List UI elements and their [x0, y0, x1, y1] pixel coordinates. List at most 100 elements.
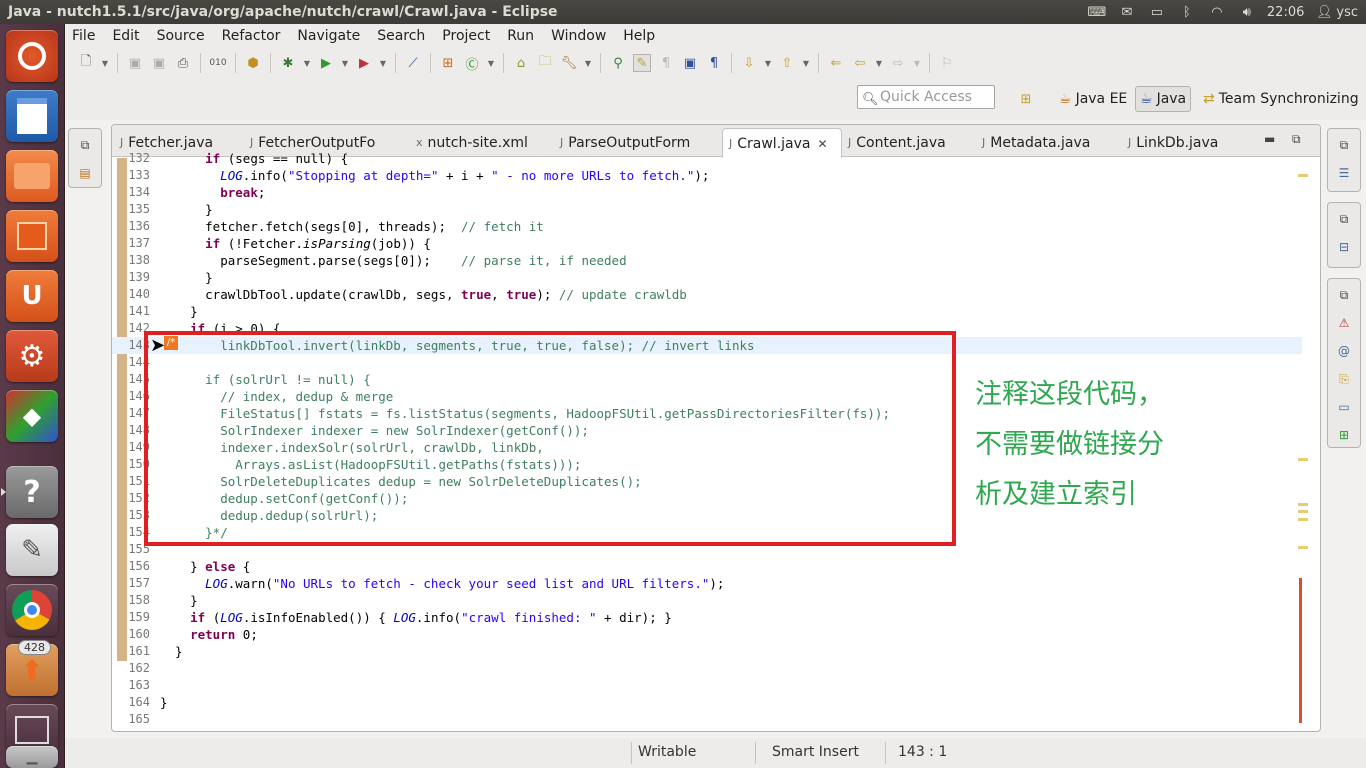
code-line[interactable]: 132 if (segs == null) { [112, 150, 1302, 167]
debug-icon[interactable]: ✱ [279, 54, 297, 72]
code-line[interactable]: 133 LOG.info("Stopping at depth=" + i + … [112, 167, 1302, 184]
ruler-mark[interactable] [1298, 174, 1308, 177]
problems-icon[interactable]: ⚠ [1336, 315, 1352, 331]
code-text[interactable]: } [160, 592, 198, 609]
code-line[interactable]: 141 } [112, 303, 1302, 320]
launcher-libreoffice-writer[interactable] [6, 90, 58, 142]
save-all-icon[interactable]: ▣ [150, 54, 168, 72]
code-line[interactable]: 156 } else { [112, 558, 1302, 575]
debug-dropdown-icon[interactable]: ▼ [303, 54, 311, 72]
back-icon[interactable]: ⇦ [851, 54, 869, 72]
launcher-files[interactable] [6, 150, 58, 202]
show-whitespace-icon[interactable]: ¶ [705, 54, 723, 72]
open-perspective-icon[interactable]: ⊞ [1017, 90, 1035, 108]
next-annotation-icon[interactable]: ⇩ [740, 54, 758, 72]
new-dropdown-icon[interactable]: ▼ [101, 54, 109, 72]
new-class-icon[interactable]: Ⓒ [463, 54, 481, 73]
menu-help[interactable]: Help [623, 28, 655, 44]
menu-navigate[interactable]: Navigate [297, 28, 360, 44]
code-text[interactable]: crawlDbTool.update(crawlDb, segs, true, … [160, 286, 687, 303]
ruler-mark[interactable] [1298, 518, 1308, 521]
code-line[interactable]: 140 crawlDbTool.update(crawlDb, segs, tr… [112, 286, 1302, 303]
code-text[interactable]: fetcher.fetch(segs[0], threads); // fetc… [160, 218, 544, 235]
code-line[interactable]: 158 } [112, 592, 1302, 609]
menu-source[interactable]: Source [157, 28, 205, 44]
new-java-project-icon[interactable]: ⊞ [439, 54, 457, 72]
code-line[interactable]: 138 parseSegment.parse(segs[0]); // pars… [112, 252, 1302, 269]
package-explorer-icon[interactable]: ▤ [77, 165, 93, 181]
launcher-software-center[interactable] [6, 210, 58, 262]
launcher-system-settings[interactable]: ⚙ [6, 330, 58, 382]
launcher-chrome[interactable] [6, 584, 58, 636]
bluetooth-icon[interactable]: ᛒ [1177, 4, 1197, 20]
code-line[interactable]: 139 } [112, 269, 1302, 286]
launcher-trash[interactable]: ▁ [6, 746, 58, 768]
ruler-mark[interactable] [1298, 510, 1308, 513]
clock[interactable]: 22:06 [1267, 5, 1304, 20]
menu-refactor[interactable]: Refactor [222, 28, 281, 44]
code-text[interactable]: return 0; [160, 626, 258, 643]
toggle-mark-occurrences-icon[interactable]: ⚲ [609, 54, 627, 72]
user-name[interactable]: ysc [1336, 5, 1358, 20]
prev-annotation-icon[interactable]: ⇧ [778, 54, 796, 72]
console-icon[interactable]: ▭ [1336, 399, 1352, 415]
mail-icon[interactable]: ✉ [1117, 4, 1137, 20]
code-line[interactable]: 162 [112, 660, 1302, 677]
skip-breakpoints-icon[interactable]: ⟋ [404, 54, 422, 72]
code-line[interactable]: 137 if (!Fetcher.isParsing(job)) { [112, 235, 1302, 252]
menu-file[interactable]: File [72, 28, 95, 44]
launcher-text-editor[interactable]: ✎ [6, 524, 58, 576]
ruler-change-mark[interactable] [1299, 578, 1302, 723]
open-folder-icon[interactable]: 🗀︎ [536, 54, 554, 72]
overview-ruler[interactable] [1296, 158, 1310, 728]
menu-window[interactable]: Window [551, 28, 606, 44]
code-line[interactable]: 157 LOG.warn("No URLs to fetch - check y… [112, 575, 1302, 592]
code-text[interactable]: } [160, 643, 183, 660]
user-icon[interactable]: 👤︎ [1314, 4, 1334, 20]
code-line[interactable]: 165 [112, 711, 1302, 728]
launcher-ubuntu-dash[interactable] [6, 30, 58, 82]
forward-dropdown-icon[interactable]: ▼ [913, 54, 921, 72]
search-tool-icon[interactable]: 🔧︎ [560, 54, 578, 72]
perspective-java[interactable]: ☕︎ Java [1135, 86, 1192, 112]
run-dropdown-icon[interactable]: ▼ [341, 54, 349, 72]
volume-icon[interactable]: 🔊︎ [1237, 4, 1257, 20]
code-line[interactable]: 160 return 0; [112, 626, 1302, 643]
keyboard-icon[interactable]: ⌨ [1087, 4, 1107, 20]
ruler-mark[interactable] [1298, 546, 1308, 549]
code-text[interactable]: } [160, 303, 198, 320]
code-line[interactable]: 161 } [112, 643, 1302, 660]
code-line[interactable]: 134 break; [112, 184, 1302, 201]
code-text[interactable]: } [160, 694, 168, 711]
new-class-dropdown-icon[interactable]: ▼ [487, 54, 495, 72]
code-text[interactable]: } [160, 201, 213, 218]
battery-icon[interactable]: ▭ [1147, 4, 1167, 20]
forward-icon[interactable]: ⇨ [889, 54, 907, 72]
code-line[interactable]: 136 fetcher.fetch(segs[0], threads); // … [112, 218, 1302, 235]
progress-icon[interactable]: ⊞ [1336, 427, 1352, 443]
last-edit-location-icon[interactable]: ⇐ [827, 54, 845, 72]
launcher-cube-app[interactable]: ◆ [6, 390, 58, 442]
back-dropdown-icon[interactable]: ▼ [875, 54, 883, 72]
minimize-icon[interactable]: ▬ [1264, 132, 1275, 146]
toggle-highlight-icon[interactable]: ✎ [633, 54, 651, 72]
code-line[interactable]: 159 if (LOG.isInfoEnabled()) { LOG.info(… [112, 609, 1302, 626]
code-text[interactable]: } [160, 269, 213, 286]
code-text[interactable]: if (!Fetcher.isParsing(job)) { [160, 235, 431, 252]
restore-icon[interactable]: ⧉ [1336, 211, 1352, 227]
binary-icon[interactable]: 010 [209, 54, 227, 72]
run-icon[interactable]: ▶ [317, 54, 335, 72]
menu-project[interactable]: Project [442, 28, 490, 44]
outline-icon[interactable]: ⊟ [1336, 239, 1352, 255]
code-line[interactable]: 163 [112, 677, 1302, 694]
external-tools-dropdown-icon[interactable]: ▼ [379, 54, 387, 72]
save-icon[interactable]: ▣ [126, 54, 144, 72]
declaration-icon[interactable]: ⎘ [1336, 371, 1352, 387]
prev-annotation-dropdown-icon[interactable]: ▼ [802, 54, 810, 72]
whitespace-icon[interactable]: ¶ [657, 54, 675, 72]
wifi-icon[interactable]: ◠ [1207, 4, 1227, 20]
quick-access-input[interactable]: 🔍︎ Quick Access [857, 85, 995, 109]
code-text[interactable]: if (segs == null) { [160, 150, 348, 167]
restore-icon[interactable]: ⧉ [77, 137, 93, 153]
new-icon[interactable]: 🗋︎ [77, 54, 95, 72]
